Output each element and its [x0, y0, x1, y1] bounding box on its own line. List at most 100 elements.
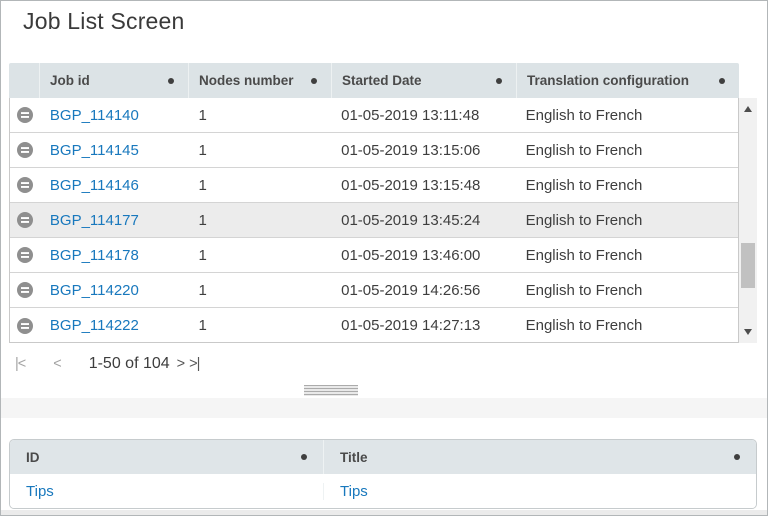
row-cell-nodes-number: 1 [189, 98, 332, 132]
row-cell-job-id: BGP_114146 [40, 168, 189, 202]
triangle-up-icon [744, 106, 752, 112]
row-cell-nodes-number: 1 [189, 168, 332, 202]
triangle-down-icon [744, 329, 752, 335]
table-row[interactable]: BGP_114220 1 01-05-2019 14:26:56 English… [10, 273, 738, 308]
job-id-link[interactable]: BGP_114177 [50, 212, 139, 229]
page-title: Job List Screen [23, 8, 185, 35]
row-cell-started-date: 01-05-2019 13:15:06 [331, 133, 516, 167]
row-menu-icon[interactable] [17, 107, 33, 123]
job-table-body: BGP_114140 1 01-05-2019 13:11:48 English… [9, 98, 739, 343]
header-cell-nodes-number[interactable]: Nodes number [188, 63, 331, 98]
header-label-translation-configuration: Translation configuration [527, 73, 689, 88]
pagination-bar: |< < 1-50 of 104 > >| [9, 343, 757, 385]
row-cell-nodes-number: 1 [189, 273, 332, 307]
row-cell-translation-configuration: English to French [516, 273, 738, 307]
row-cell-translation-configuration: English to French [516, 308, 738, 343]
row-cell-started-date: 01-05-2019 13:46:00 [331, 238, 516, 272]
sort-dot-icon[interactable] [311, 78, 317, 84]
tips-id-link[interactable]: Tips [26, 483, 54, 500]
tips-table-row[interactable]: Tips Tips [10, 474, 756, 509]
first-page-button[interactable]: |< [15, 357, 25, 372]
header-cell-menu [9, 63, 39, 98]
header-label-id: ID [26, 450, 40, 465]
table-row[interactable]: BGP_114222 1 01-05-2019 14:27:13 English… [10, 308, 738, 343]
row-cell-nodes-number: 1 [189, 133, 332, 167]
row-menu-icon[interactable] [17, 247, 33, 263]
scrollbar-thumb[interactable] [741, 243, 755, 288]
row-cell-menu [10, 238, 40, 272]
header-cell-started-date[interactable]: Started Date [331, 63, 516, 98]
row-cell-menu [10, 308, 40, 343]
panel-resize-handle[interactable] [304, 385, 358, 396]
table-row[interactable]: BGP_114178 1 01-05-2019 13:46:00 English… [10, 238, 738, 273]
job-table-header: Job id Nodes number Started Date Transla… [9, 63, 739, 98]
job-id-link[interactable]: BGP_114222 [50, 317, 139, 334]
header-cell-id[interactable]: ID [10, 440, 324, 474]
tips-table: ID Title Tips Tips [9, 439, 757, 509]
sort-dot-icon[interactable] [719, 78, 725, 84]
row-cell-started-date: 01-05-2019 13:45:24 [331, 203, 516, 237]
row-cell-job-id: BGP_114177 [40, 203, 189, 237]
row-menu-icon[interactable] [17, 142, 33, 158]
row-cell-job-id: BGP_114222 [40, 308, 189, 343]
job-id-link[interactable]: BGP_114140 [50, 107, 139, 124]
row-menu-icon[interactable] [17, 282, 33, 298]
table-row[interactable]: BGP_114177 1 01-05-2019 13:45:24 English… [10, 203, 738, 238]
job-table: Job id Nodes number Started Date Transla… [9, 63, 757, 343]
header-label-job-id: Job id [50, 73, 90, 88]
sort-dot-icon[interactable] [496, 78, 502, 84]
row-cell-menu [10, 273, 40, 307]
panel-divider-band [1, 398, 767, 418]
row-cell-translation-configuration: English to French [516, 168, 738, 202]
table-row[interactable]: BGP_114140 1 01-05-2019 13:11:48 English… [10, 98, 738, 133]
row-cell-job-id: BGP_114220 [40, 273, 189, 307]
row-cell-translation-configuration: English to French [516, 98, 738, 132]
row-cell-translation-configuration: English to French [516, 203, 738, 237]
row-cell-nodes-number: 1 [189, 203, 332, 237]
row-cell-nodes-number: 1 [189, 308, 332, 343]
row-cell-menu [10, 98, 40, 132]
previous-page-button[interactable]: < [53, 357, 60, 372]
table-row[interactable]: BGP_114145 1 01-05-2019 13:15:06 English… [10, 133, 738, 168]
row-cell-translation-configuration: English to French [516, 238, 738, 272]
row-cell-started-date: 01-05-2019 14:26:56 [331, 273, 516, 307]
tips-title-link[interactable]: Tips [340, 483, 368, 500]
table-row[interactable]: BGP_114146 1 01-05-2019 13:15:48 English… [10, 168, 738, 203]
job-list-page: Job List Screen Job id Nodes number Star… [0, 0, 768, 516]
job-id-link[interactable]: BGP_114145 [50, 142, 139, 159]
header-label-nodes-number: Nodes number [199, 73, 294, 88]
row-cell-job-id: BGP_114178 [40, 238, 189, 272]
header-label-title: Title [340, 450, 368, 465]
job-id-link[interactable]: BGP_114146 [50, 177, 139, 194]
row-cell-job-id: BGP_114145 [40, 133, 189, 167]
row-cell-id: Tips [10, 483, 324, 500]
header-label-started-date: Started Date [342, 73, 422, 88]
last-page-button[interactable]: >| [189, 357, 199, 372]
row-cell-started-date: 01-05-2019 13:11:48 [331, 98, 516, 132]
row-cell-job-id: BGP_114140 [40, 98, 189, 132]
scroll-down-button[interactable] [739, 323, 757, 341]
row-cell-started-date: 01-05-2019 14:27:13 [331, 308, 516, 343]
header-cell-title[interactable]: Title [324, 440, 756, 474]
header-cell-job-id[interactable]: Job id [39, 63, 188, 98]
row-menu-icon[interactable] [17, 318, 33, 334]
row-cell-menu [10, 168, 40, 202]
row-cell-nodes-number: 1 [189, 238, 332, 272]
next-page-button[interactable]: > [177, 357, 184, 372]
row-cell-title: Tips [324, 483, 756, 500]
row-cell-started-date: 01-05-2019 13:15:48 [331, 168, 516, 202]
tips-table-header: ID Title [10, 440, 756, 474]
header-cell-translation-configuration[interactable]: Translation configuration [516, 63, 739, 98]
row-menu-icon[interactable] [17, 177, 33, 193]
job-id-link[interactable]: BGP_114178 [50, 247, 139, 264]
row-cell-menu [10, 203, 40, 237]
scroll-up-button[interactable] [739, 100, 757, 118]
vertical-scrollbar[interactable] [739, 98, 757, 343]
job-id-link[interactable]: BGP_114220 [50, 282, 139, 299]
sort-dot-icon[interactable] [168, 78, 174, 84]
sort-dot-icon[interactable] [734, 454, 740, 460]
row-cell-menu [10, 133, 40, 167]
row-cell-translation-configuration: English to French [516, 133, 738, 167]
row-menu-icon[interactable] [17, 212, 33, 228]
sort-dot-icon[interactable] [301, 454, 307, 460]
